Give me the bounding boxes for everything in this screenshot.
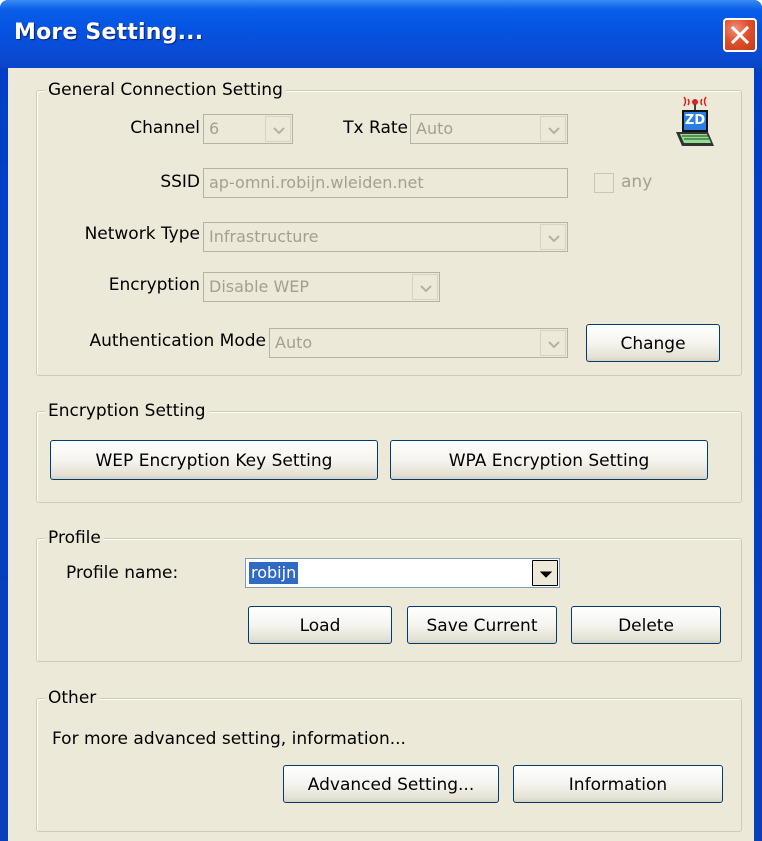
wpa-encryption-setting-button[interactable]: WPA Encryption Setting <box>390 440 708 480</box>
txrate-value: Auto <box>416 119 454 138</box>
load-button[interactable]: Load <box>248 606 392 644</box>
chevron-down-icon <box>548 235 560 242</box>
txrate-select[interactable]: Auto <box>410 114 568 144</box>
general-connection-group-label: General Connection Setting <box>45 80 286 100</box>
ssid-input[interactable]: ap-omni.robijn.wleiden.net <box>203 168 568 198</box>
authentication-mode-label: Authentication Mode <box>89 331 266 351</box>
encryption-dropdown-arrow[interactable] <box>412 274 438 300</box>
any-label: any <box>621 172 653 192</box>
dialog-window: More Setting... General Connection Setti… <box>0 0 762 841</box>
profile-name-combobox[interactable]: robijn <box>245 558 560 588</box>
network-type-value: Infrastructure <box>209 227 319 246</box>
close-icon <box>731 26 749 44</box>
network-type-dropdown-arrow[interactable] <box>540 224 566 250</box>
advanced-setting-button[interactable]: Advanced Setting... <box>283 765 499 803</box>
channel-select[interactable]: 6 <box>203 114 293 144</box>
other-group-label: Other <box>45 688 100 708</box>
authentication-mode-value: Auto <box>275 333 313 352</box>
encryption-select[interactable]: Disable WEP <box>203 272 440 302</box>
other-description: For more advanced setting, information..… <box>52 729 406 749</box>
profile-name-dropdown-arrow[interactable] <box>532 560 558 586</box>
encryption-label: Encryption <box>108 275 200 295</box>
profile-group-label: Profile <box>45 528 104 548</box>
ssid-label: SSID <box>160 172 200 192</box>
profile-name-value[interactable]: robijn <box>249 562 299 584</box>
channel-dropdown-arrow[interactable] <box>265 116 291 142</box>
encryption-setting-group-label: Encryption Setting <box>45 401 209 421</box>
chevron-down-icon <box>548 341 560 348</box>
delete-button[interactable]: Delete <box>571 606 721 644</box>
window-title: More Setting... <box>14 20 204 45</box>
close-button[interactable] <box>723 18 757 52</box>
network-type-select[interactable]: Infrastructure <box>203 222 568 252</box>
network-type-label: Network Type <box>84 224 200 244</box>
wep-encryption-key-setting-button[interactable]: WEP Encryption Key Setting <box>50 440 378 480</box>
profile-name-label: Profile name: <box>66 563 179 583</box>
chevron-down-icon <box>420 285 432 292</box>
save-current-button[interactable]: Save Current <box>407 606 557 644</box>
title-bar[interactable]: More Setting... <box>0 0 762 68</box>
chevron-down-icon <box>548 127 560 134</box>
txrate-label: Tx Rate <box>343 118 408 138</box>
dialog-client-area: General Connection Setting Channel 6 Tx … <box>8 68 754 841</box>
authentication-mode-select[interactable]: Auto <box>269 328 568 358</box>
ssid-value: ap-omni.robijn.wleiden.net <box>209 173 424 192</box>
chevron-down-icon <box>540 571 552 578</box>
information-button[interactable]: Information <box>513 765 723 803</box>
txrate-dropdown-arrow[interactable] <box>540 116 566 142</box>
logo-text: ZD <box>684 113 706 128</box>
authentication-mode-dropdown-arrow[interactable] <box>540 330 566 356</box>
any-checkbox[interactable] <box>594 173 614 193</box>
encryption-value: Disable WEP <box>209 277 310 296</box>
chevron-down-icon <box>273 127 285 134</box>
change-button[interactable]: Change <box>586 324 720 362</box>
zd-wireless-logo-icon: ZD <box>670 96 720 152</box>
channel-label: Channel <box>130 118 200 138</box>
channel-value: 6 <box>209 119 220 138</box>
